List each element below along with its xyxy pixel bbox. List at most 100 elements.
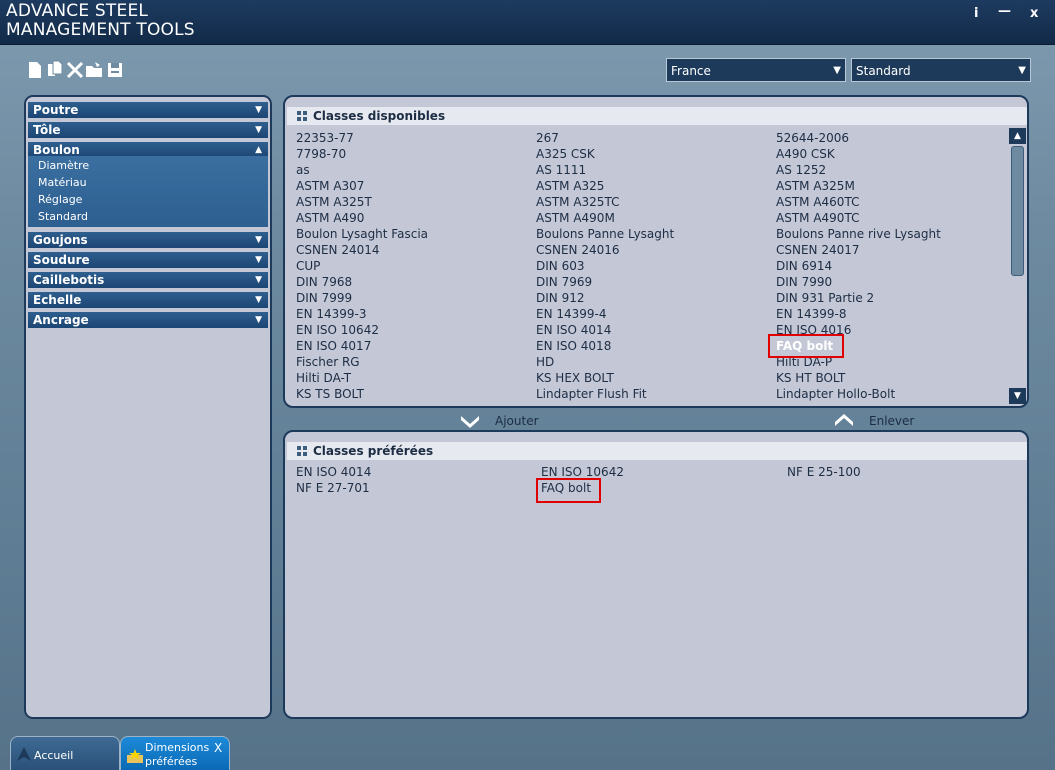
preferred-classes-panel: Classes préférées bbox=[283, 430, 1029, 719]
class-list-item[interactable]: DIN 7969 bbox=[536, 274, 592, 290]
class-list-item[interactable]: 22353-77 bbox=[296, 130, 354, 146]
tab-dimensions-line2: préférées bbox=[145, 755, 198, 768]
class-list-item[interactable]: ASTM A325 bbox=[536, 178, 604, 194]
class-list-item[interactable]: as bbox=[296, 162, 310, 178]
sidebar-item-poutre[interactable]: Poutre ▼ bbox=[28, 102, 268, 118]
sidebar-item-echelle[interactable]: Echelle ▼ bbox=[28, 292, 268, 308]
star-folder-icon bbox=[127, 749, 143, 763]
class-list-item[interactable]: EN ISO 4017 bbox=[296, 338, 371, 354]
open-folder-icon[interactable] bbox=[85, 60, 103, 80]
close-tab-icon[interactable]: X bbox=[214, 741, 222, 755]
class-list-item[interactable]: DIN 7999 bbox=[296, 290, 352, 306]
scroll-up-icon[interactable]: ▲ bbox=[1009, 128, 1026, 144]
class-list-item[interactable]: KS TS BOLT bbox=[296, 386, 364, 402]
sidebar-subitem-reglage[interactable]: Réglage bbox=[38, 193, 82, 207]
class-list-item[interactable]: DIN 603 bbox=[536, 258, 584, 274]
class-list-item[interactable]: ASTM A325T bbox=[296, 194, 372, 210]
scroll-thumb[interactable] bbox=[1011, 146, 1024, 276]
tab-dimensions-preferees[interactable]: Dimensions préférées X bbox=[120, 736, 230, 770]
class-list-item[interactable]: CSNEN 24017 bbox=[776, 242, 860, 258]
class-list-item[interactable]: CSNEN 24016 bbox=[536, 242, 620, 258]
sidebar-item-tole[interactable]: Tôle ▼ bbox=[28, 122, 268, 138]
class-list-item[interactable]: AS 1252 bbox=[776, 162, 826, 178]
sidebar-item-soudure[interactable]: Soudure ▼ bbox=[28, 252, 268, 268]
class-list-item[interactable]: DIN 931 Partie 2 bbox=[776, 290, 874, 306]
class-list-item[interactable]: CUP bbox=[296, 258, 320, 274]
class-list-item[interactable]: DIN 7968 bbox=[296, 274, 352, 290]
class-list-item[interactable]: A490 CSK bbox=[776, 146, 835, 162]
close-button[interactable]: x bbox=[1030, 6, 1038, 21]
sidebar-subitem-materiau[interactable]: Matériau bbox=[38, 176, 87, 190]
class-list-item[interactable]: ASTM A307 bbox=[296, 178, 364, 194]
app-title-line1: ADVANCE STEEL bbox=[6, 1, 149, 21]
remove-button[interactable]: Enlever bbox=[834, 412, 924, 430]
class-list-item[interactable]: 52644-2006 bbox=[776, 130, 849, 146]
class-list-item[interactable]: ASTM A325TC bbox=[536, 194, 619, 210]
class-list-item[interactable]: DIN 6914 bbox=[776, 258, 832, 274]
class-list-item[interactable]: EN 14399-3 bbox=[296, 306, 367, 322]
sidebar-subitem-standard[interactable]: Standard bbox=[38, 210, 88, 224]
class-list-item[interactable]: DIN 7990 bbox=[776, 274, 832, 290]
tab-accueil-label: Accueil bbox=[34, 749, 74, 762]
class-list-item[interactable]: Boulons Panne Lysaght bbox=[536, 226, 674, 242]
home-logo-icon bbox=[17, 747, 31, 761]
add-button[interactable]: Ajouter bbox=[460, 412, 550, 430]
class-list-item[interactable]: A325 CSK bbox=[536, 146, 595, 162]
sidebar-item-label: Goujons bbox=[33, 233, 88, 247]
minimize-button[interactable]: — bbox=[998, 4, 1011, 19]
preferred-classes-title: Classes préférées bbox=[313, 444, 434, 458]
class-list-item[interactable]: EN ISO 10642 bbox=[296, 322, 379, 338]
class-list-item[interactable]: EN ISO 4014 bbox=[536, 322, 611, 338]
chevron-down-icon: ▼ bbox=[255, 295, 262, 305]
class-list-item[interactable]: EN 14399-8 bbox=[776, 306, 847, 322]
sidebar-item-label: Soudure bbox=[33, 253, 90, 267]
sidebar-item-label: Poutre bbox=[33, 103, 79, 117]
info-button[interactable]: i bbox=[974, 6, 978, 21]
class-list-item[interactable]: Boulon Lysaght Fascia bbox=[296, 226, 428, 242]
class-list-item[interactable]: EN ISO 4018 bbox=[536, 338, 611, 354]
class-list-item[interactable]: ASTM A460TC bbox=[776, 194, 859, 210]
class-list-item[interactable]: Lindapter Flush Fit bbox=[536, 386, 647, 402]
class-list-item[interactable]: CSNEN 24014 bbox=[296, 242, 380, 258]
preferred-list-item[interactable]: NF E 27-701 bbox=[296, 480, 370, 496]
copy-icon[interactable] bbox=[46, 60, 64, 80]
grid-icon bbox=[297, 446, 307, 456]
class-list-item[interactable]: HD bbox=[536, 354, 554, 370]
new-file-icon[interactable] bbox=[26, 60, 44, 80]
class-list-item[interactable]: ASTM A490TC bbox=[776, 210, 859, 226]
sidebar-item-ancrage[interactable]: Ancrage ▼ bbox=[28, 312, 268, 328]
class-list-item[interactable]: Boulons Panne rive Lysaght bbox=[776, 226, 941, 242]
save-icon[interactable] bbox=[106, 60, 124, 80]
sidebar-subitem-diametre[interactable]: Diamètre bbox=[38, 159, 89, 173]
title-bar: ADVANCE STEEL MANAGEMENT TOOLS i — x bbox=[0, 0, 1055, 45]
class-list-item[interactable]: KS HT BOLT bbox=[776, 370, 845, 386]
chevron-down-icon: ▼ bbox=[255, 235, 262, 245]
delete-icon[interactable] bbox=[66, 60, 84, 80]
selection-highlight bbox=[536, 478, 601, 503]
class-list-item[interactable]: 267 bbox=[536, 130, 559, 146]
chevron-down-icon: ▼ bbox=[1018, 65, 1026, 76]
class-list-item[interactable]: ASTM A490 bbox=[296, 210, 364, 226]
preferred-list-item[interactable]: EN ISO 4014 bbox=[296, 464, 371, 480]
available-scrollbar[interactable]: ▲ ▼ bbox=[1009, 128, 1026, 404]
preferred-list-item[interactable]: NF E 25-100 bbox=[787, 464, 861, 480]
sidebar-item-caillebotis[interactable]: Caillebotis ▼ bbox=[28, 272, 268, 288]
standard-select[interactable]: Standard ▼ bbox=[851, 58, 1031, 82]
class-list-item[interactable]: Hilti DA-T bbox=[296, 370, 351, 386]
scroll-down-icon[interactable]: ▼ bbox=[1009, 388, 1026, 404]
class-list-item[interactable]: KS HEX BOLT bbox=[536, 370, 614, 386]
chevron-down-icon: ▼ bbox=[255, 275, 262, 285]
country-select[interactable]: France ▼ bbox=[666, 58, 846, 82]
class-list-item[interactable]: ASTM A490M bbox=[536, 210, 615, 226]
class-list-item[interactable]: EN 14399-4 bbox=[536, 306, 607, 322]
sidebar-item-goujons[interactable]: Goujons ▼ bbox=[28, 232, 268, 248]
class-list-item[interactable]: ASTM A325M bbox=[776, 178, 855, 194]
tab-accueil[interactable]: Accueil bbox=[10, 736, 120, 770]
class-list-item[interactable]: DIN 912 bbox=[536, 290, 584, 306]
chevron-up-icon bbox=[835, 414, 853, 426]
class-list-item[interactable]: 7798-70 bbox=[296, 146, 346, 162]
class-list-item[interactable]: Lindapter Hollo-Bolt bbox=[776, 386, 895, 402]
class-list-item[interactable]: Fischer RG bbox=[296, 354, 360, 370]
class-list-item[interactable]: AS 1111 bbox=[536, 162, 586, 178]
available-classes-panel: Classes disponibles bbox=[283, 95, 1029, 408]
